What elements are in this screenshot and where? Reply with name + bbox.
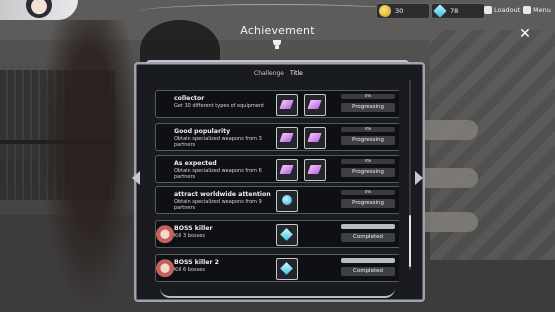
progress-bar: 0% [341, 127, 395, 132]
header-ornament [140, 4, 410, 19]
player-avatar[interactable] [0, 0, 78, 20]
scrollbar-thumb[interactable] [409, 215, 411, 267]
achievement-row[interactable]: collector Get 30 different types of equip… [155, 90, 399, 118]
reward-slot[interactable] [276, 127, 298, 149]
achievement-description: Obtain specialized weapons from 6 partne… [174, 168, 262, 180]
gem-icon [433, 4, 447, 18]
next-arrow-icon[interactable] [415, 171, 423, 185]
progress-bar [341, 258, 395, 263]
progress-fill [341, 258, 395, 263]
progress-percent: 0% [364, 94, 372, 98]
gold-coin-icon [379, 5, 391, 17]
achievement-row[interactable]: BOSS killer 2 Kill 6 bosses Completed [155, 254, 399, 282]
blue-crystal-icon [280, 262, 293, 275]
achievement-row[interactable]: attract worldwide attention Obtain specia… [155, 186, 399, 214]
loadout-button[interactable]: Loadout [484, 4, 520, 16]
achievement-row[interactable]: BOSS killer Kill 3 bosses Completed [155, 220, 399, 248]
achievement-row[interactable]: Good popularity Obtain specialized weapon… [155, 123, 399, 151]
achievement-name: attract worldwide attention [174, 191, 271, 198]
achievement-description: Kill 3 bosses [174, 233, 205, 239]
menu-button[interactable]: Menu [523, 4, 551, 16]
reward-slot[interactable] [276, 159, 298, 181]
purple-crystal-icon [279, 165, 294, 174]
achievement-description: Obtain specialized weapons from 9 partne… [174, 199, 262, 211]
purple-crystal-icon [307, 133, 322, 142]
tab-bar: Challenge Title [254, 69, 303, 78]
gold-value: 30 [395, 7, 404, 15]
achievement-description: Get 30 different types of equipment [174, 103, 265, 109]
purple-crystal-icon [279, 133, 294, 142]
partner-portrait [156, 221, 174, 245]
reward-slot[interactable] [304, 127, 326, 149]
achievement-name: As expected [174, 160, 217, 167]
gold-counter[interactable]: 30 [376, 3, 430, 19]
reward-slot[interactable] [276, 190, 298, 212]
progress-bar [341, 224, 395, 229]
achievement-name: BOSS killer [174, 225, 213, 232]
purple-crystal-icon [279, 100, 294, 109]
top-bar: 30 78 Loadout Menu [0, 0, 555, 20]
blue-crystal-icon [280, 228, 293, 241]
achievement-list[interactable]: collector Get 30 different types of equip… [155, 78, 399, 283]
tab-challenge[interactable]: Challenge [254, 69, 284, 78]
progress-percent: 0% [364, 159, 372, 163]
reward-slot[interactable] [276, 224, 298, 246]
prev-arrow-icon[interactable] [132, 171, 140, 185]
purple-crystal-icon [307, 165, 322, 174]
achievement-name: BOSS killer 2 [174, 259, 219, 266]
status-badge: Progressing [341, 103, 395, 112]
progress-fill [341, 224, 395, 229]
menu-icon [523, 6, 531, 14]
partner-portrait [156, 255, 174, 279]
panel-bottom-ornament [160, 286, 395, 298]
achievement-name: collector [174, 95, 205, 102]
loadout-icon [484, 6, 492, 14]
gem-value: 78 [450, 7, 459, 15]
purple-crystal-icon [307, 100, 322, 109]
menu-label: Menu [533, 6, 551, 14]
progress-bar: 0% [341, 159, 395, 164]
status-badge: Completed [341, 267, 395, 276]
blue-orb-icon [282, 195, 292, 205]
page-title: Achievement [240, 24, 315, 37]
close-icon[interactable]: ✕ [518, 27, 532, 41]
status-badge: Progressing [341, 168, 395, 177]
panel-ornament [146, 60, 409, 68]
achievement-description: Obtain specialized weapons from 3 partne… [174, 136, 262, 148]
loadout-label: Loadout [494, 6, 521, 14]
achievement-description: Kill 6 bosses [174, 267, 205, 273]
progress-percent: 0% [364, 127, 372, 131]
tab-title[interactable]: Title [290, 69, 303, 78]
status-badge: Progressing [341, 199, 395, 208]
reward-slot[interactable] [304, 94, 326, 116]
reward-slot[interactable] [276, 94, 298, 116]
progress-bar: 0% [341, 190, 395, 195]
reward-slot[interactable] [304, 159, 326, 181]
progress-percent: 0% [364, 190, 372, 194]
trophy-icon [271, 40, 283, 49]
progress-bar: 0% [341, 94, 395, 99]
status-badge: Completed [341, 233, 395, 242]
reward-slot[interactable] [276, 258, 298, 280]
achievement-name: Good popularity [174, 128, 231, 135]
status-badge: Progressing [341, 136, 395, 145]
gem-counter[interactable]: 78 [431, 3, 485, 19]
achievement-row[interactable]: As expected Obtain specialized weapons fr… [155, 155, 399, 183]
